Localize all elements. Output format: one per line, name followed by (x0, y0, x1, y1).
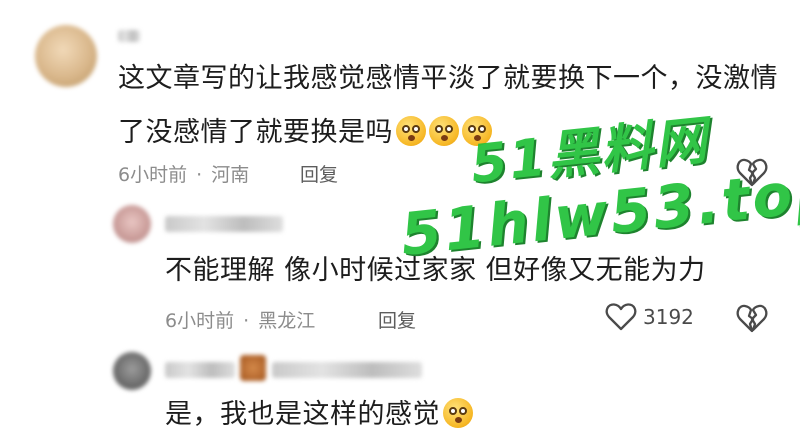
like-button[interactable]: 3192 (605, 302, 705, 332)
avatar[interactable] (113, 205, 151, 243)
pleading-face-emoji-icon (443, 398, 473, 428)
reply-button[interactable]: 回复 (300, 160, 338, 187)
comment-time: 6小时前 (118, 164, 188, 186)
reply-location: 黑龙江 (258, 310, 316, 332)
meta-separator: · (196, 164, 203, 186)
username[interactable] (165, 362, 235, 378)
avatar[interactable] (240, 355, 266, 381)
heart-icon (605, 303, 637, 331)
comment-location: 河南 (211, 164, 250, 186)
username[interactable] (272, 362, 422, 378)
dizzy-face-emoji-icon (429, 116, 459, 146)
username[interactable] (118, 30, 140, 42)
comment-meta: 6小时前 · 河南 (118, 160, 249, 187)
reply-button[interactable]: 回复 (378, 306, 416, 333)
dizzy-face-emoji-icon (396, 116, 426, 146)
reply-text: 是，我也是这样的感觉 (165, 392, 473, 438)
username[interactable] (165, 216, 283, 232)
like-count: 3192 (643, 305, 694, 329)
reply-meta: 6小时前 · 黑龙江 (165, 306, 315, 333)
avatar[interactable] (35, 25, 97, 87)
broken-heart-icon[interactable] (736, 303, 768, 333)
reply-time: 6小时前 (165, 310, 235, 332)
meta-separator: · (243, 310, 250, 332)
avatar[interactable] (113, 352, 151, 390)
